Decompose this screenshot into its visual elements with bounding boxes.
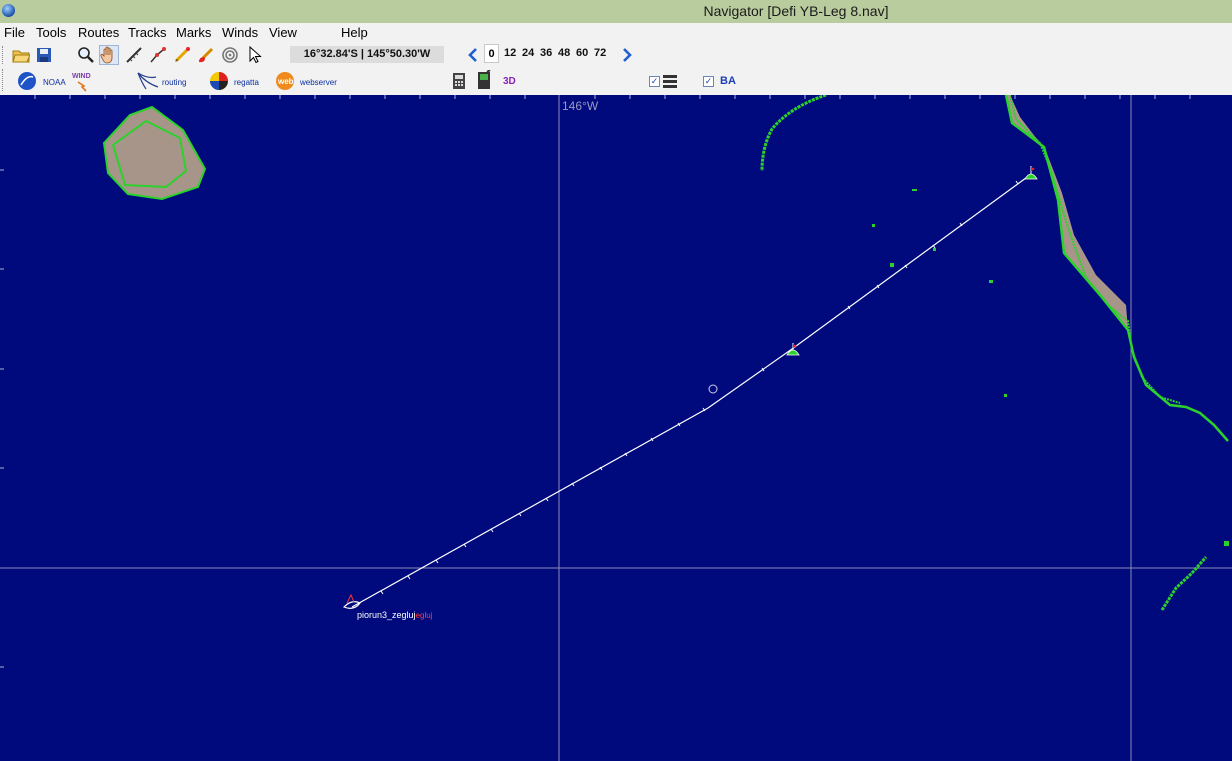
- toolbar-grip-2[interactable]: [2, 69, 6, 91]
- list-icon[interactable]: [662, 71, 678, 91]
- nav-chart[interactable]: 146°W piorun3_zeglujegluj: [0, 95, 1232, 761]
- pencil-icon[interactable]: [172, 45, 192, 65]
- zoom-icon[interactable]: [76, 45, 96, 65]
- gps-device-icon[interactable]: [474, 70, 494, 90]
- forecast-hour-12[interactable]: 12: [504, 47, 516, 59]
- noaa-label[interactable]: NOAA: [43, 78, 66, 87]
- window-title: Navigator [Defi YB-Leg 8.nav]: [703, 3, 889, 19]
- forecast-hour-72[interactable]: 72: [594, 47, 606, 59]
- menu-winds[interactable]: Winds: [222, 25, 258, 40]
- toolbar-grip[interactable]: [2, 46, 6, 64]
- plugin-toolbar: NOAA WIND routing regatta web webserver …: [0, 67, 1232, 96]
- menu-tools[interactable]: Tools: [36, 25, 66, 40]
- forecast-hour-48[interactable]: 48: [558, 47, 570, 59]
- wind-label: WIND: [72, 73, 91, 80]
- routing-label[interactable]: routing: [162, 78, 186, 87]
- sea-background[interactable]: [0, 95, 1232, 761]
- brush-icon[interactable]: [196, 45, 216, 65]
- forecast-hour-selected[interactable]: 0: [484, 44, 499, 63]
- menu-routes[interactable]: Routes: [78, 25, 119, 40]
- 3d-view-button[interactable]: 3D: [503, 76, 516, 87]
- ba-checkbox[interactable]: ✓: [703, 76, 714, 87]
- noaa-icon[interactable]: [17, 71, 37, 91]
- chevron-left-icon[interactable]: [463, 45, 483, 65]
- menu-help[interactable]: Help: [341, 25, 368, 40]
- webserver-label[interactable]: webserver: [300, 78, 337, 87]
- menu-bar: File Tools Routes Tracks Marks Winds Vie…: [0, 23, 1232, 43]
- target-icon[interactable]: [220, 45, 240, 65]
- web-icon[interactable]: web: [275, 71, 295, 91]
- main-toolbar: 16°32.84'S | 145°50.30'W 0 12 24 36 48 6…: [0, 43, 1232, 67]
- ruler-icon[interactable]: [124, 45, 144, 65]
- pointer-icon[interactable]: [245, 45, 265, 65]
- open-folder-icon[interactable]: [11, 45, 31, 65]
- forecast-hour-24[interactable]: 24: [522, 47, 534, 59]
- menu-view[interactable]: View: [269, 25, 297, 40]
- reef-patch: [1224, 541, 1229, 546]
- route-tool-icon[interactable]: [148, 45, 168, 65]
- regatta-label[interactable]: regatta: [234, 78, 259, 87]
- calculator-icon[interactable]: [449, 71, 469, 91]
- forecast-hour-60[interactable]: 60: [576, 47, 588, 59]
- meridian-label: 146°W: [562, 99, 599, 113]
- list-checkbox[interactable]: ✓: [649, 76, 660, 87]
- menu-marks[interactable]: Marks: [176, 25, 211, 40]
- forecast-hour-36[interactable]: 36: [540, 47, 552, 59]
- menu-file[interactable]: File: [4, 25, 25, 40]
- menu-tracks[interactable]: Tracks: [128, 25, 167, 40]
- web-icon-label: web: [277, 77, 294, 86]
- boat-name-label: piorun3_zeglujegluj: [357, 610, 433, 620]
- save-icon[interactable]: [34, 45, 54, 65]
- ba-label[interactable]: BA: [720, 75, 736, 87]
- wind-icon[interactable]: WIND: [70, 69, 92, 93]
- regatta-icon[interactable]: [209, 71, 229, 91]
- routing-icon[interactable]: [136, 71, 160, 91]
- chevron-right-icon[interactable]: [617, 45, 637, 65]
- pan-hand-icon[interactable]: [99, 45, 119, 65]
- title-bar: Navigator [Defi YB-Leg 8.nav]: [0, 0, 1232, 23]
- cursor-coordinates: 16°32.84'S | 145°50.30'W: [290, 46, 444, 63]
